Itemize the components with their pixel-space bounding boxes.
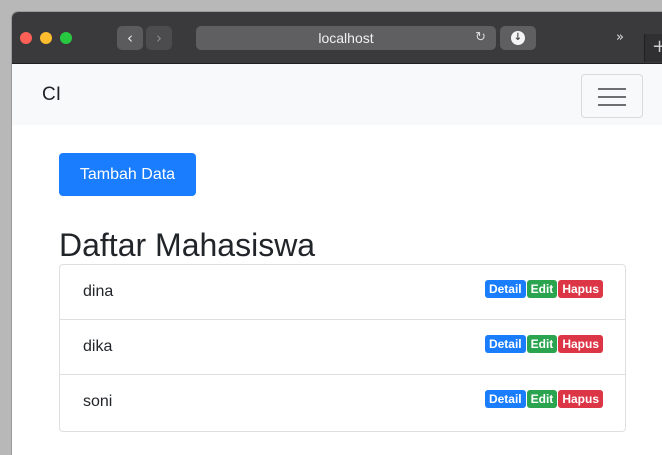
reload-icon[interactable]: ↻ <box>475 26 486 50</box>
student-list: dina Detail Edit Hapus dika Detail Edit Hapu… <box>59 264 626 432</box>
edit-button[interactable]: Edit <box>526 390 558 408</box>
list-item: dika Detail Edit Hapus <box>60 320 625 375</box>
new-tab-button[interactable]: + <box>644 34 662 62</box>
page-title: Daftar Mahasiswa <box>59 227 316 263</box>
hamburger-icon <box>598 88 626 90</box>
delete-button[interactable]: Hapus <box>558 280 603 298</box>
downloads-button[interactable]: ↓ <box>500 26 536 50</box>
browser-toolbar: ‹ › localhost ↻ ↓ » + <box>12 12 662 64</box>
download-icon: ↓ <box>511 31 525 45</box>
action-badges: Detail Edit Hapus <box>484 390 603 410</box>
list-item: soni Detail Edit Hapus <box>60 375 625 431</box>
student-name: dina <box>83 283 114 300</box>
back-button[interactable]: ‹ <box>117 26 143 50</box>
detail-button[interactable]: Detail <box>484 280 526 298</box>
chevron-left-icon: ‹ <box>127 29 133 47</box>
navbar-toggler-button[interactable] <box>581 74 643 118</box>
student-name: soni <box>83 393 113 410</box>
main-content: Tambah Data Daftar Mahasiswa dina Detail… <box>12 125 662 455</box>
detail-button[interactable]: Detail <box>484 335 526 353</box>
hamburger-icon-line <box>598 96 626 98</box>
address-bar-url: localhost <box>318 30 374 46</box>
student-name: dika <box>83 338 113 355</box>
address-bar[interactable]: localhost ↻ <box>196 26 496 50</box>
minimize-window-button[interactable] <box>40 32 52 44</box>
action-badges: Detail Edit Hapus <box>484 280 603 300</box>
more-chevron-icon[interactable]: » <box>616 26 624 50</box>
action-badges: Detail Edit Hapus <box>484 335 603 355</box>
forward-button[interactable]: › <box>146 26 172 50</box>
hamburger-icon-line <box>598 104 626 106</box>
browser-window: ‹ › localhost ↻ ↓ » + CI Tambah Data Daf… <box>12 12 662 455</box>
close-window-button[interactable] <box>20 32 32 44</box>
navbar-brand[interactable]: CI <box>42 83 61 107</box>
add-data-button[interactable]: Tambah Data <box>59 153 196 196</box>
plus-icon: + <box>651 36 662 57</box>
edit-button[interactable]: Edit <box>526 280 558 298</box>
edit-button[interactable]: Edit <box>526 335 558 353</box>
delete-button[interactable]: Hapus <box>558 390 603 408</box>
maximize-window-button[interactable] <box>60 32 72 44</box>
detail-button[interactable]: Detail <box>484 390 526 408</box>
site-navbar: CI <box>12 64 662 125</box>
list-item: dina Detail Edit Hapus <box>60 265 625 320</box>
chevron-right-icon: › <box>156 29 162 47</box>
delete-button[interactable]: Hapus <box>558 335 603 353</box>
